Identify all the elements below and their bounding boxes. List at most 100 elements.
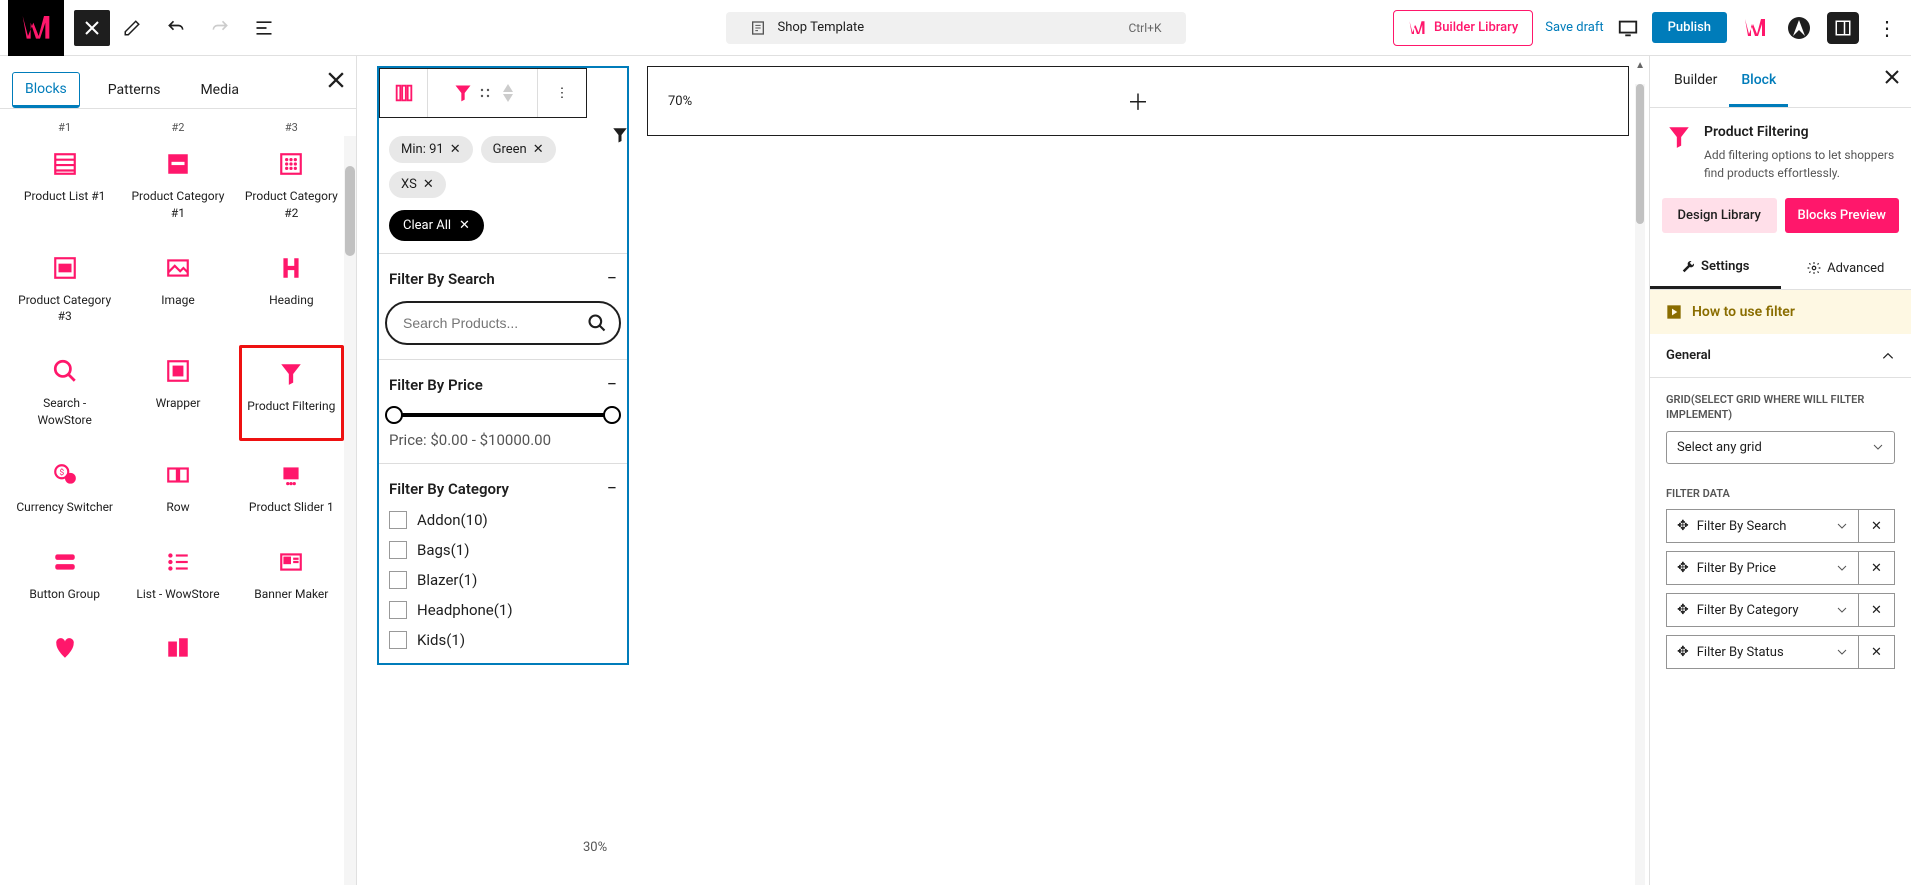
drag-handle-icon[interactable]: ✥ [1677, 644, 1689, 660]
block-banner-maker[interactable]: Banner Maker [239, 536, 344, 615]
block-type-funnel-icon[interactable] [428, 69, 538, 117]
wowstore-logo[interactable] [8, 0, 64, 56]
publish-button[interactable]: Publish [1652, 12, 1727, 43]
checkbox[interactable] [389, 541, 407, 559]
left-scrollbar-thumb[interactable] [345, 166, 355, 256]
search-icon[interactable] [587, 313, 607, 333]
close-panel-icon[interactable] [328, 72, 344, 88]
drag-handle-icon[interactable]: ✥ [1677, 518, 1689, 534]
clear-all-button[interactable]: Clear All✕ [389, 210, 484, 241]
chevron-down-icon[interactable] [1836, 520, 1848, 532]
block-image[interactable]: Image [125, 242, 230, 338]
chevron-down-icon[interactable] [1836, 562, 1848, 574]
chevron-down-icon[interactable] [1836, 646, 1848, 658]
tab-blocks[interactable]: Blocks [12, 72, 80, 108]
offer-percent: 70% [668, 94, 692, 109]
subtab-advanced[interactable]: Advanced [1781, 247, 1911, 289]
undo-icon[interactable] [158, 10, 194, 46]
chip-min[interactable]: Min: 91✕ [389, 136, 473, 163]
block-heading[interactable]: Heading [239, 242, 344, 338]
block-product-category-2[interactable]: Product Category #2 [239, 138, 344, 234]
checkbox[interactable] [389, 601, 407, 619]
chip-remove-icon[interactable]: ✕ [423, 177, 434, 192]
block-product-slider-1[interactable]: Product Slider 1 [239, 449, 344, 528]
block-product-filtering[interactable]: Product Filtering [239, 345, 344, 441]
product-filtering-block[interactable]: ⋮ Min: 91✕ Green✕ XS✕ Clear All✕ Filter … [377, 66, 629, 665]
block-product-category-1[interactable]: Product Category #1 [125, 138, 230, 234]
category-item[interactable]: Kids(1) [389, 631, 617, 649]
blocks-preview-button[interactable]: Blocks Preview [1785, 198, 1900, 233]
svg-text:$: $ [59, 467, 64, 478]
canvas-scrollbar[interactable] [1635, 84, 1645, 885]
chevron-down-icon [1872, 441, 1884, 453]
more-options-icon[interactable]: ⋮ [1871, 16, 1903, 40]
checkbox[interactable] [389, 571, 407, 589]
delete-filter-icon[interactable]: ✕ [1859, 509, 1895, 543]
add-block-icon[interactable]: ＋ [1127, 85, 1149, 117]
left-scrollbar[interactable] [344, 136, 356, 885]
slider-handle-min[interactable] [385, 406, 403, 424]
tab-patterns[interactable]: Patterns [96, 74, 173, 106]
slider-handle-max[interactable] [603, 406, 621, 424]
block-search-wowstore[interactable]: Search - WowStore [12, 345, 117, 441]
chip-remove-icon[interactable]: ✕ [533, 142, 544, 157]
tab-media[interactable]: Media [188, 74, 251, 106]
block-hint-3: #3 [239, 121, 344, 134]
checkbox[interactable] [389, 511, 407, 529]
chip-green[interactable]: Green✕ [481, 136, 556, 163]
category-item[interactable]: Bags(1) [389, 541, 617, 559]
price-slider[interactable] [393, 413, 613, 417]
category-item[interactable]: Blazer(1) [389, 571, 617, 589]
collapse-icon[interactable]: − [607, 478, 617, 499]
block-next-2[interactable] [125, 622, 230, 684]
edit-pencil-icon[interactable] [114, 10, 150, 46]
chip-xs[interactable]: XS✕ [389, 171, 446, 198]
document-outline-icon[interactable] [246, 10, 282, 46]
close-button[interactable] [74, 10, 110, 46]
drag-handle-icon[interactable]: ✥ [1677, 602, 1689, 618]
chevron-down-icon[interactable] [1836, 604, 1848, 616]
save-draft-link[interactable]: Save draft [1545, 20, 1603, 35]
block-product-list-1[interactable]: Product List #1 [12, 138, 117, 234]
design-library-button[interactable]: Design Library [1662, 198, 1777, 233]
gear-icon [1807, 261, 1821, 275]
offer-block[interactable]: 70% ＋ [647, 66, 1629, 136]
delete-filter-icon[interactable]: ✕ [1859, 551, 1895, 585]
drag-handle-icon[interactable]: ✥ [1677, 560, 1689, 576]
sidebar-toggle-icon[interactable] [1827, 12, 1859, 44]
delete-filter-icon[interactable]: ✕ [1859, 635, 1895, 669]
wowstore-brand-icon[interactable] [1739, 12, 1771, 44]
chip-remove-icon[interactable]: ✕ [450, 142, 461, 157]
search-products-input[interactable] [385, 301, 621, 345]
builder-library-button[interactable]: Builder Library [1393, 10, 1533, 46]
close-inspector-icon[interactable] [1885, 70, 1899, 84]
grid-select[interactable]: Select any grid [1666, 431, 1895, 464]
desktop-view-icon[interactable] [1616, 16, 1640, 40]
collapse-icon[interactable]: − [607, 268, 617, 289]
block-next-1[interactable] [12, 622, 117, 684]
section-general[interactable]: General [1650, 334, 1911, 378]
redo-icon[interactable] [202, 10, 238, 46]
checkbox[interactable] [389, 631, 407, 649]
subtab-settings[interactable]: Settings [1650, 247, 1781, 289]
howto-filter-link[interactable]: How to use filter [1650, 290, 1911, 334]
tab-block[interactable]: Block [1729, 56, 1788, 107]
block-button-group[interactable]: Button Group [12, 536, 117, 615]
title-bar[interactable]: Shop Template Ctrl+K [726, 12, 1186, 44]
category-item[interactable]: Headphone(1) [389, 601, 617, 619]
astra-icon[interactable] [1783, 12, 1815, 44]
canvas-scroll-up-icon[interactable]: ▲ [1635, 60, 1645, 71]
delete-filter-icon[interactable]: ✕ [1859, 593, 1895, 627]
canvas-scrollbar-thumb[interactable] [1636, 84, 1644, 224]
collapse-icon[interactable]: − [607, 374, 617, 395]
block-wrapper[interactable]: Wrapper [125, 345, 230, 441]
block-list-wowstore[interactable]: List - WowStore [125, 536, 230, 615]
block-options-icon[interactable]: ⋮ [538, 69, 586, 117]
block-currency-switcher[interactable]: $Currency Switcher [12, 449, 117, 528]
block-row[interactable]: Row [125, 449, 230, 528]
block-product-category-3[interactable]: Product Category #3 [12, 242, 117, 338]
parent-block-icon[interactable] [380, 69, 428, 117]
tab-builder[interactable]: Builder [1662, 56, 1729, 107]
category-item[interactable]: Addon(10) [389, 511, 617, 529]
move-arrows-icon[interactable] [503, 84, 513, 102]
